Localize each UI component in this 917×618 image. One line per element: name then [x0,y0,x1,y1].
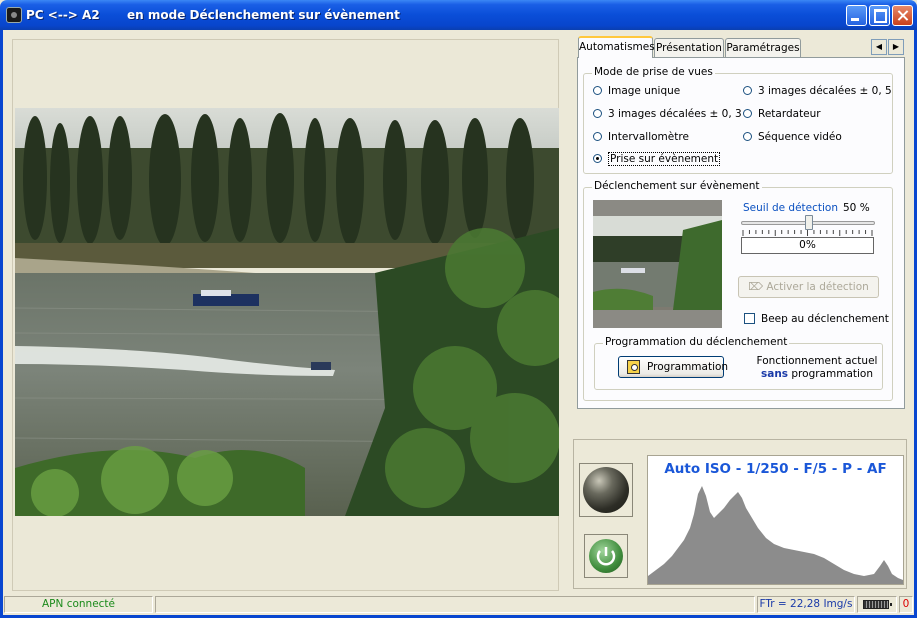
shutter-ball-icon [583,467,629,513]
radio-3-images-03[interactable]: 3 images décalées ± 0, 3 [593,108,742,120]
radio-label: Image unique [608,85,681,97]
programming-status-rest: programmation [791,368,873,380]
beep-checkbox[interactable] [744,313,755,324]
programming-label: Programmation [647,361,729,373]
arrow-right-icon[interactable]: ▶ [888,39,904,55]
activate-detection-button[interactable]: ⌦ Activer la détection [738,276,879,298]
status-message [155,596,755,613]
detection-level-meter: 0% [741,237,874,254]
radio-intervallometre[interactable]: Intervallomètre [593,131,689,143]
live-view-image[interactable] [15,108,559,516]
histogram-chart [648,486,903,584]
clock-icon [627,360,640,374]
programming-status-line1: Fonctionnement actuel [756,355,878,367]
beep-label: Beep au déclenchement [761,313,889,325]
tab-automatismes[interactable]: Automatismes [578,36,655,58]
radio-dot [593,132,602,141]
radio-label: 3 images décalées ± 0, 3 [608,108,742,120]
tab-parametrages[interactable]: Paramétrages [725,38,801,58]
histogram-panel: Auto ISO - 1/250 - F/5 - P - AF [647,455,904,585]
programming-status: Fonctionnement actuel sans programmation [756,355,878,381]
camera-app-icon[interactable] [6,7,22,23]
title-bar: PC <--> A2 en mode Déclenchement sur évè… [0,0,917,30]
radio-dot [743,132,752,141]
radio-label: 3 images décalées ± 0, 5 [758,85,892,97]
minimize-button[interactable] [846,5,867,26]
threshold-slider-thumb[interactable] [805,215,813,230]
beep-checkbox-row[interactable]: Beep au déclenchement [744,313,889,325]
radio-dot [743,86,752,95]
threshold-label: Seuil de détection [743,202,839,214]
threshold-value: 50 % [843,202,870,214]
power-button[interactable] [584,534,628,578]
radio-retardateur[interactable]: Retardateur [743,108,821,120]
group-trigger-title: Déclenchement sur évènement [592,180,762,192]
group-mode-title: Mode de prise de vues [592,66,715,78]
radio-sequence-video[interactable]: Séquence vidéo [743,131,842,143]
threshold-slider-ticks [742,230,873,236]
window-title-mode: en mode Déclenchement sur évènement [127,8,400,22]
activate-icon: ⌦ [748,281,767,293]
battery-status [857,596,897,613]
close-button[interactable] [892,5,913,26]
window-title-connection: PC <--> A2 [26,8,100,22]
shutter-button[interactable] [579,463,633,517]
group-programming-title: Programmation du déclenchement [603,336,790,348]
radio-dot [743,109,752,118]
radio-dot [593,86,602,95]
radio-prise-sur-evenement[interactable]: Prise sur évènement [593,152,721,166]
radio-image-unique[interactable]: Image unique [593,85,680,97]
counter-status: 0 [899,596,913,613]
radio-label: Prise sur évènement [608,152,721,166]
programming-status-emph: sans [760,368,789,380]
activate-label: Activer la détection [766,281,869,293]
trigger-preview-thumbnail [593,200,722,328]
radio-label: Retardateur [758,108,821,120]
battery-icon [863,600,892,609]
connection-status: APN connecté [4,596,153,613]
status-bar: APN connecté FTr = 22,28 Img/s 0 [3,594,914,615]
tab-scroll: ◀ ▶ [871,39,905,55]
radio-dot [593,109,602,118]
radio-label: Intervallomètre [608,131,689,143]
tab-presentation[interactable]: Présentation [654,38,724,58]
programming-button[interactable]: Programmation [618,356,728,378]
radio-dot-selected [593,154,602,163]
framerate-status: FTr = 22,28 Img/s [757,596,855,613]
power-icon [589,539,623,573]
maximize-button[interactable] [869,5,890,26]
radio-3-images-05[interactable]: 3 images décalées ± 0, 5 [743,85,892,97]
radio-label: Séquence vidéo [758,131,842,143]
arrow-left-icon[interactable]: ◀ [871,39,887,55]
